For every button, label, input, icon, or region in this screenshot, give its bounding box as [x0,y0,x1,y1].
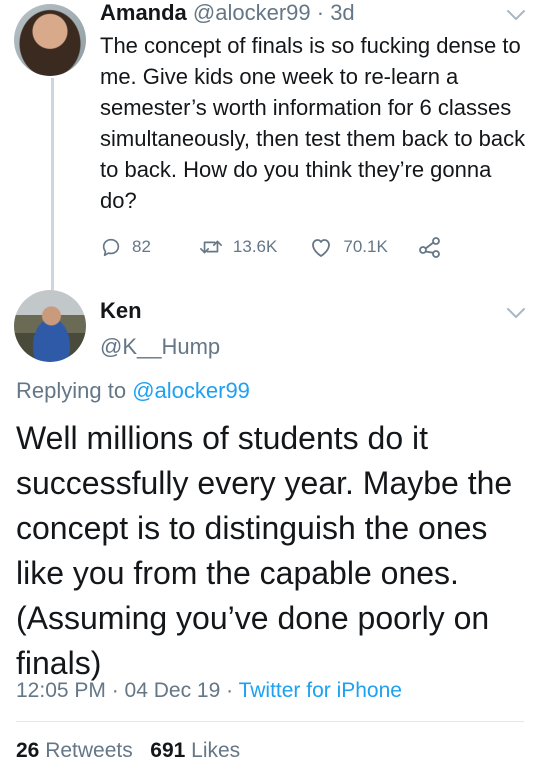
retweet-button[interactable]: 13.6K [199,236,277,258]
display-name[interactable]: Amanda [100,0,187,25]
retweets-label: Retweets [45,739,133,762]
tweet-stats: 26 Retweets 691 Likes [16,738,240,764]
thread-connector-line [51,78,54,290]
tweet-actions: 82 13.6K 70.1K [100,236,442,258]
likes-stat[interactable]: 691 Likes [150,739,240,762]
avatar-ken[interactable] [14,290,86,362]
reply-button[interactable]: 82 [100,236,151,258]
handle[interactable]: @K__Hump [100,334,220,360]
retweet-count: 13.6K [232,237,278,256]
replying-prefix: Replying to [16,378,133,403]
chevron-down-icon[interactable] [505,8,527,22]
reply-icon [100,236,122,258]
likes-label: Likes [191,739,241,762]
like-total: 691 [150,739,186,762]
retweet-icon [199,236,223,258]
retweets-stat[interactable]: 26 Retweets [16,739,133,762]
display-name[interactable]: Ken [100,298,142,324]
main-tweet-text: Well millions of students do it successf… [16,420,513,681]
divider [16,721,524,722]
avatar-amanda[interactable] [14,4,86,76]
reply-count: 82 [132,237,151,256]
share-icon [418,236,442,258]
like-count: 70.1K [343,237,388,256]
like-icon [309,236,333,258]
tweet-meta: 12:05 PM · 04 Dec 19 · Twitter for iPhon… [16,678,402,704]
replying-to-link[interactable]: @alocker99 [132,378,250,403]
retweet-total: 26 [16,739,40,762]
replying-to: Replying to @alocker99 [16,378,250,404]
source-link[interactable]: Twitter for iPhone [239,679,402,702]
chevron-down-icon[interactable] [505,306,527,320]
like-button[interactable]: 70.1K [309,236,388,258]
tweet-header: Amanda @alocker99 · 3d [100,0,355,26]
timestamp[interactable]: 12:05 PM · 04 Dec 19 · [16,679,239,702]
share-button[interactable] [418,236,442,258]
tweet-text: The concept of finals is so fucking dens… [100,33,526,213]
handle-and-time[interactable]: @alocker99 · 3d [193,0,355,25]
